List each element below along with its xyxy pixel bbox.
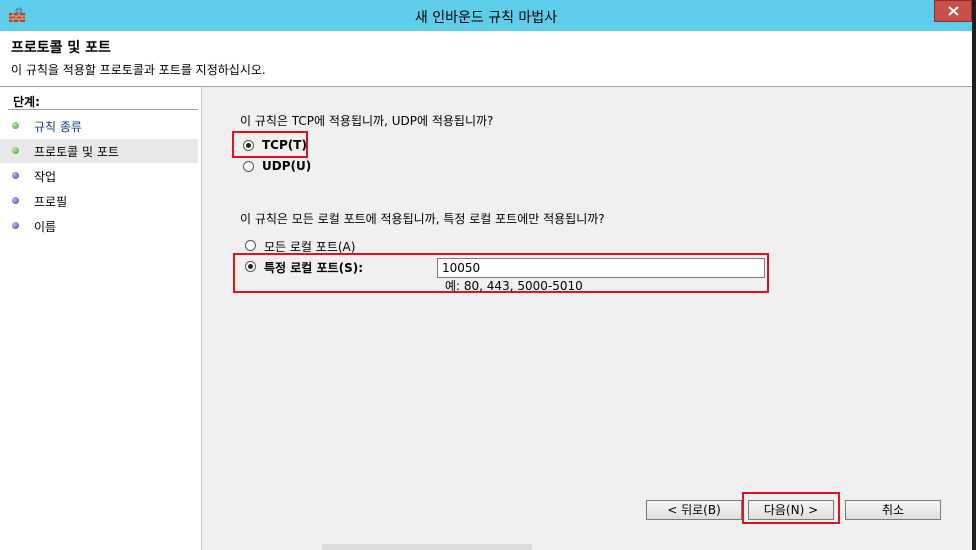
radio-unselected-icon: [243, 161, 254, 172]
port-input[interactable]: [437, 258, 765, 278]
step-label: 작업: [34, 170, 57, 184]
step-pending-icon: [12, 197, 19, 204]
step-label: 규칙 종류: [34, 120, 82, 134]
tcp-label: TCP(T): [262, 138, 307, 152]
ports-question: 이 규칙은 모든 로컬 포트에 적용됩니까, 특정 로컬 포트에만 적용됩니까?: [240, 212, 605, 226]
step-pending-icon: [12, 222, 19, 229]
steps-heading: 단계:: [13, 95, 40, 109]
step-protocol-ports[interactable]: 프로토콜 및 포트: [0, 139, 198, 163]
steps-divider: [8, 109, 198, 110]
page-title: 프로토콜 및 포트: [11, 40, 111, 56]
close-icon: [948, 6, 959, 16]
step-current-icon: [12, 147, 19, 154]
step-label: 프로토콜 및 포트: [34, 145, 119, 159]
port-hint: 예: 80, 443, 5000-5010: [445, 279, 583, 293]
radio-selected-icon: [245, 261, 256, 272]
cancel-button[interactable]: 취소: [845, 500, 941, 520]
radio-unselected-icon: [245, 240, 256, 251]
step-complete-icon: [12, 122, 19, 129]
step-name: 이름: [0, 214, 198, 238]
tcp-radio[interactable]: TCP(T): [243, 138, 313, 156]
udp-label: UDP(U): [262, 159, 312, 173]
title-bar[interactable]: 새 인바운드 규칙 마법사: [0, 0, 972, 31]
taskbar-fragment: [322, 544, 532, 550]
steps-panel: 단계: 규칙 종류 프로토콜 및 포트 작업 프로필 이름: [0, 87, 202, 550]
step-pending-icon: [12, 172, 19, 179]
window-title: 새 인바운드 규칙 마법사: [414, 10, 558, 26]
step-label: 이름: [34, 220, 57, 234]
udp-radio[interactable]: UDP(U): [243, 159, 313, 177]
step-action: 작업: [0, 164, 198, 188]
step-label: 프로필: [34, 195, 68, 209]
specific-ports-radio[interactable]: 특정 로컬 포트(S):: [245, 259, 375, 277]
page-description: 이 규칙을 적용할 프로토콜과 포트를 지정하십시오.: [11, 63, 266, 77]
step-rule-type[interactable]: 규칙 종류: [0, 114, 198, 138]
specific-ports-label: 특정 로컬 포트(S):: [264, 261, 364, 275]
radio-selected-icon: [243, 140, 254, 151]
window-border: [972, 0, 976, 550]
next-button[interactable]: 다음(N) >: [748, 500, 834, 520]
step-profile: 프로필: [0, 189, 198, 213]
wizard-header: 프로토콜 및 포트 이 규칙을 적용할 프로토콜과 포트를 지정하십시오.: [0, 31, 972, 87]
back-button[interactable]: < 뒤로(B): [646, 500, 742, 520]
close-button[interactable]: [934, 0, 972, 22]
protocol-question: 이 규칙은 TCP에 적용됩니까, UDP에 적용됩니까?: [240, 114, 494, 128]
